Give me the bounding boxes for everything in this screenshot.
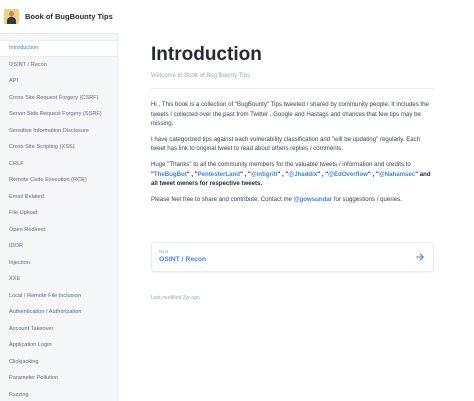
site-header: Book of BugBounty Tips [0, 0, 118, 34]
sidebar-item-osint-recon[interactable]: OSINT / Recon [0, 57, 117, 74]
sidebar-item-clickjacking[interactable]: Clickjacking [0, 354, 117, 371]
sidebar-item-remote-code-execution-rce[interactable]: Remote Code Execution (RCE) [0, 172, 117, 189]
contact-mention-link[interactable]: @gowsundar [294, 196, 332, 203]
sidebar-item-email-related[interactable]: Email Related [0, 189, 117, 206]
mention-link[interactable]: TheBugBot [154, 171, 187, 178]
next-page-title: OSINT / Recon [159, 256, 207, 263]
sidebar-item-server-side-request-forgery-ssrf[interactable]: Server Side Request Forgery (SSRF) [0, 106, 117, 123]
paragraph-thanks: Huge "Thanks" to all the community membe… [151, 160, 431, 188]
mention-link[interactable]: @intigriti [251, 171, 278, 178]
arrow-right-icon [415, 253, 424, 261]
last-modified: Last modified 2yr ago [151, 295, 200, 301]
sidebar-item-xxe[interactable]: XXE [0, 271, 117, 288]
sidebar-item-open-redirect[interactable]: Open Redirect [0, 222, 117, 239]
page-title: Introduction [151, 44, 262, 65]
page-body: Hi , This book is a collection of "BugBo… [151, 100, 434, 210]
sidebar-item-authentication-authorization[interactable]: Authentication / Authorization [0, 304, 117, 321]
sidebar-item-sensitive-information-disclosure[interactable]: Sensitive Information Disclosure [0, 123, 117, 140]
sidebar-item-parameter-pollution[interactable]: Parameter Pollution [0, 370, 117, 387]
sidebar-item-cross-site-request-forgery-csrf[interactable]: Cross Site Request Forgery (CSRF) [0, 90, 117, 107]
mention-link[interactable]: PentesterLand [198, 171, 240, 178]
paragraph-contact: Please feel free to share and contribute… [151, 195, 402, 203]
mention-link[interactable]: @Nahamsec [379, 171, 415, 178]
sidebar-item-fuzzing[interactable]: Fuzzing [0, 387, 117, 401]
sidebar: Introduction OSINT / Recon API Cross Site R… [0, 34, 118, 401]
mention-link[interactable]: @EdOverflow [328, 171, 368, 178]
next-page-link[interactable]: Next OSINT / Recon [151, 242, 434, 272]
sidebar-item-application-login[interactable]: Application Login [0, 337, 117, 354]
sidebar-item-account-takeover[interactable]: Account Takeover [0, 321, 117, 338]
paragraph-categories: I have categorized tips against each vul… [151, 135, 421, 153]
sidebar-item-crlf[interactable]: CRLF [0, 156, 117, 173]
sidebar-nav: Introduction OSINT / Recon API Cross Site R… [0, 34, 117, 401]
sidebar-item-cross-site-scripting-xss[interactable]: Cross Site Scripting (XSS) [0, 139, 117, 156]
paragraph-intro: Hi , This book is a collection of "BugBo… [151, 101, 429, 128]
sidebar-item-injection[interactable]: Injection [0, 255, 117, 272]
page-description: Welcome to Book of Bug Bounty Tips [151, 73, 250, 79]
mention-link[interactable]: @Jhaddix [288, 171, 317, 178]
sidebar-item-idor[interactable]: IDOR [0, 238, 117, 255]
divider [151, 88, 434, 89]
sidebar-item-local-remote-file-inclusion[interactable]: Local / Remote File Inclusion [0, 288, 117, 305]
site-title[interactable]: Book of BugBounty Tips [25, 12, 113, 21]
sidebar-item-introduction[interactable]: Introduction [0, 40, 117, 57]
site-logo[interactable] [4, 9, 19, 24]
sidebar-item-api[interactable]: API [0, 73, 117, 90]
sidebar-item-file-upload[interactable]: File Upload [0, 205, 117, 222]
